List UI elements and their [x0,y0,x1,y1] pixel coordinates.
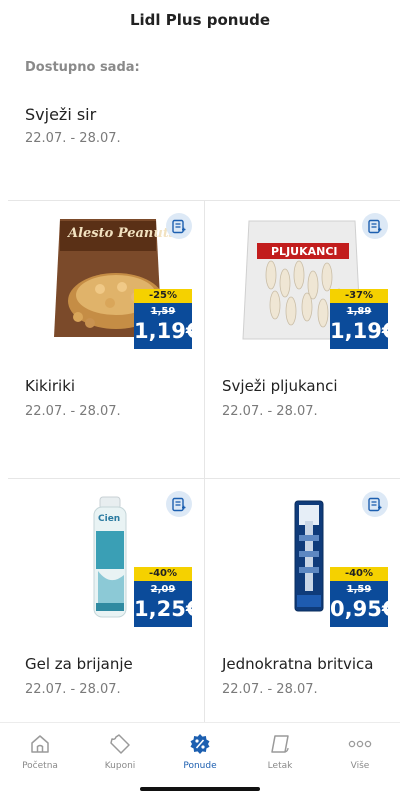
tab-kuponi[interactable]: Kuponi [80,723,160,797]
price-tag: -25% 1,59 1,19€ [134,289,201,349]
top-bar: Lidl Plus ponude [0,0,400,40]
shopping-list-icon [172,497,186,511]
available-now-label: Dostupno sada: [25,60,140,75]
tab-label: Početna [22,761,58,771]
product-dates: 22.07. - 28.07. [222,404,318,419]
flyer-icon [271,735,289,753]
new-price: 1,25€ [134,597,201,621]
shopping-list-icon [368,219,382,233]
add-to-list-button[interactable] [166,213,192,239]
home-indicator [140,787,260,791]
coupon-icon [110,734,130,754]
product-name: Svježi pljukanci [222,377,338,395]
discount-badge: -37% [330,289,388,303]
offers-row: Cien -40% 2,09 1,25€ Gel za brijanje 22.… [8,479,400,757]
price-box: 2,09 1,25€ [134,581,201,627]
old-price: 1,59 [150,306,176,317]
page-title: Lidl Plus ponude [129,11,271,29]
new-price: 0,95€ [330,597,397,621]
new-price: 1,19€ [330,319,397,343]
product-dates: 22.07. - 28.07. [222,682,318,697]
old-price: 1,89 [346,306,372,317]
tab-pocetna[interactable]: Početna [0,723,80,797]
discount-badge: -40% [134,567,192,581]
add-to-list-button[interactable] [166,491,192,517]
price-box: 1,89 1,19€ [330,303,397,349]
tab-label: Više [350,761,370,771]
price-box: 1,59 1,19€ [134,303,201,349]
tab-vise[interactable]: Više [320,723,400,797]
price-box: 1,59 0,95€ [330,581,397,627]
more-icon [348,740,372,748]
product-dates: 22.07. - 28.07. [25,682,121,697]
offers-row: Alesto Peanuts -25% 1,59 1,19€ Kikiriki … [8,201,400,479]
product-dates: 22.07. - 28.07. [25,404,121,419]
tab-ponude[interactable]: Ponude [160,723,240,797]
tab-label: Ponude [183,761,217,771]
new-price: 1,19€ [134,319,201,343]
tab-label: Kuponi [104,761,136,771]
available-now-section: Dostupno sada: Svježi sir 22.07. - 28.07… [0,40,400,146]
price-tag: -37% 1,89 1,19€ [330,289,397,349]
shopping-list-icon [368,497,382,511]
product-card[interactable]: Cien -40% 2,09 1,25€ Gel za brijanje 22.… [8,479,204,757]
tab-label: Letak [267,761,293,771]
add-to-list-button[interactable] [362,213,388,239]
product-name: Gel za brijanje [25,655,133,673]
price-tag: -40% 1,59 0,95€ [330,567,397,627]
shopping-list-icon [172,219,186,233]
old-price: 2,09 [150,584,176,595]
available-now-dates: 22.07. - 28.07. [25,131,121,146]
available-now-title[interactable]: Svježi sir [25,105,375,124]
bottom-tab-bar: Početna Kuponi Ponude Letak Više [0,722,400,797]
discount-badge: -40% [330,567,388,581]
product-name: Kikiriki [25,377,76,395]
discount-badge: -25% [134,289,192,303]
home-icon [31,735,49,753]
product-card[interactable]: -40% 1,59 0,95€ Jednokratna britvica 22.… [204,479,400,757]
offers-grid: Alesto Peanuts -25% 1,59 1,19€ Kikiriki … [8,200,400,757]
product-card[interactable]: PLJUKANCI -37% 1,89 1,19€ Svježi pljukan… [204,201,400,479]
add-to-list-button[interactable] [362,491,388,517]
product-card[interactable]: Alesto Peanuts -25% 1,59 1,19€ Kikiriki … [8,201,204,479]
package-brand-text: Cien [98,514,120,524]
tab-letak[interactable]: Letak [240,723,320,797]
old-price: 1,59 [346,584,372,595]
package-brand-text: PLJUKANCI [271,245,338,258]
offers-icon [190,734,210,754]
price-tag: -40% 2,09 1,25€ [134,567,201,627]
product-name: Jednokratna britvica [222,655,374,673]
package-brand-text: Alesto Peanuts [66,226,177,241]
